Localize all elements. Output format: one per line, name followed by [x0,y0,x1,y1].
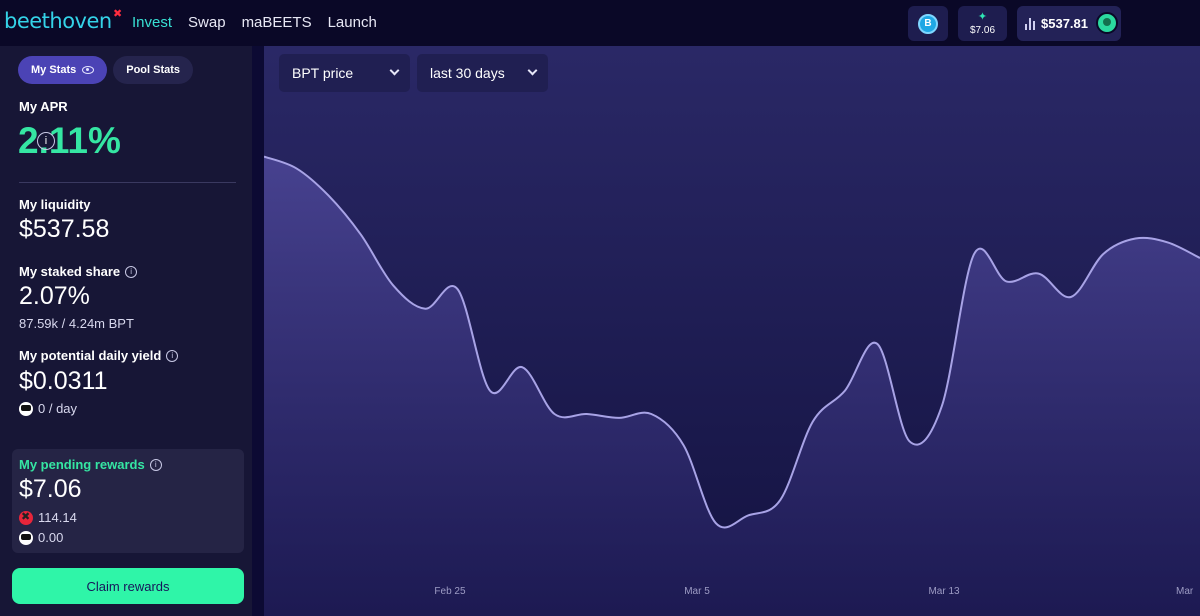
logo-x-mark: ✖ [113,7,122,20]
bar-chart-icon [1025,17,1035,30]
x-tick-label: Mar 5 [684,586,710,597]
pending-rewards-card: My pending rewards i $7.06 114.14 0.00 [12,449,244,553]
header-rewards-value: $7.06 [969,25,996,36]
staked-share-bpt: 87.59k / 4.24m BPT [19,316,134,331]
stats-panel: My Stats Pool Stats My APR 2.11% i My li… [0,46,252,616]
x-tick-label: Mar 13 [928,586,960,597]
daily-yield-token: 0 / day [19,401,77,416]
pending-rewards-label: My pending rewards i [19,457,162,472]
eye-icon [82,66,95,74]
liquidity-value: $537.58 [19,215,110,243]
header-liquidity-value: $537.81 [1041,16,1088,31]
main-nav: Invest Swap maBEETS Launch [132,14,377,31]
pending-rewards-value: $7.06 [19,475,82,503]
beets-red-token-icon [19,510,33,525]
x-tick-label: Mar [1176,586,1194,597]
chart-area: Feb 25 Mar 5 Mar 13 Mar BPT price last 3… [264,46,1200,616]
nav-invest[interactable]: Invest [132,14,172,31]
chevron-down-icon [389,65,400,76]
metric-select-value: BPT price [292,65,354,81]
beets-coin-icon: B [918,13,938,34]
apr-value-text: 2.11% [18,120,121,161]
nav-launch[interactable]: Launch [328,14,377,31]
tab-pool-stats[interactable]: Pool Stats [113,56,194,84]
apr-label-text: My APR [19,99,68,114]
header-rewards-button[interactable]: ✦ $7.06 [958,6,1007,41]
range-select-value: last 30 days [430,65,505,81]
daily-yield-value: $0.0311 [19,367,108,395]
pending-rewards-label-text: My pending rewards [19,457,145,472]
nav-mabeets[interactable]: maBEETS [242,14,312,31]
liquidity-label-text: My liquidity [19,197,91,212]
staked-share-label-text: My staked share [19,264,121,279]
daily-yield-label-text: My potential daily yield [19,348,162,363]
pending-token-beets-amount: 114.14 [38,510,77,525]
apr-label: My APR [19,99,68,114]
beets-token-icon [19,401,33,416]
metric-select[interactable]: BPT price [279,54,410,92]
staked-share-label: My staked share i [19,264,138,279]
logo-text: beethoven [4,9,112,33]
info-icon[interactable]: i [37,132,55,150]
info-icon[interactable]: i [125,265,138,278]
range-select[interactable]: last 30 days [417,54,548,92]
staked-share-value: 2.07% [19,282,90,310]
divider [19,182,236,183]
pending-token-other-amount: 0.00 [38,530,64,545]
liquidity-label: My liquidity [19,197,91,212]
user-avatar[interactable] [1096,12,1118,34]
tab-my-stats[interactable]: My Stats [18,56,108,84]
info-icon[interactable]: i [149,458,162,471]
apr-value: 2.11% i [18,120,121,162]
tab-pool-stats-label: Pool Stats [126,64,181,76]
stats-tabs: My Stats Pool Stats [18,56,194,84]
chevron-down-icon [527,65,538,76]
daily-yield-token-text: 0 / day [38,401,78,416]
info-icon[interactable]: i [166,349,179,362]
pending-token-other: 0.00 [19,530,63,545]
pending-token-beets: 114.14 [19,510,77,525]
sparkle-icon: ✦ [977,11,988,23]
daily-yield-label: My potential daily yield i [19,348,179,363]
network-button[interactable]: B [908,6,948,41]
nav-swap[interactable]: Swap [188,14,226,31]
claim-rewards-button[interactable]: Claim rewards [12,568,244,604]
beethoven-logo[interactable]: beethoven ✖ [4,7,122,33]
tab-my-stats-label: My Stats [31,64,77,76]
x-tick-label: Feb 25 [434,586,466,597]
token-icon [19,530,33,545]
bpt-price-chart: Feb 25 Mar 5 Mar 13 Mar [264,46,1200,616]
coin-letter: B [924,18,932,29]
top-nav-bar: beethoven ✖ Invest Swap maBEETS Launch B… [0,0,1200,46]
